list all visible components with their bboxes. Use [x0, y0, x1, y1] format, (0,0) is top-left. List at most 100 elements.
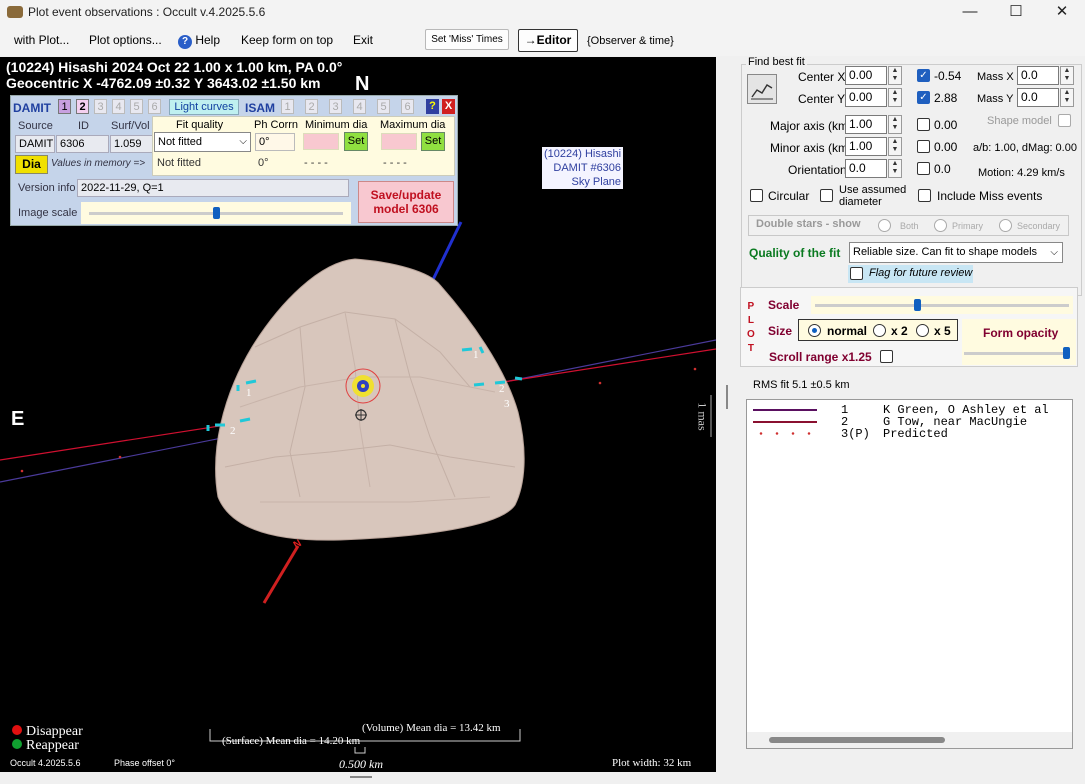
min-dia-set-button[interactable]: Set: [344, 132, 368, 151]
disappear-dot: [12, 725, 22, 735]
splitter-grip[interactable]: [726, 385, 728, 409]
observer-list[interactable]: 1K Green, O Ashley et al 2 G Tow, near Mac…: [746, 399, 1073, 749]
center-y-input[interactable]: 0.00: [845, 88, 887, 107]
minor-axis-spinner[interactable]: ▲ ▼: [888, 137, 902, 156]
damit-help-button[interactable]: ?: [426, 99, 439, 114]
set-miss-times-button[interactable]: Set 'Miss' Times: [425, 29, 509, 50]
isam-tab-3[interactable]: 3: [329, 99, 342, 114]
minor-axis-checkbox[interactable]: [917, 140, 930, 153]
plot-canvas[interactable]: (10224) Hisashi 2024 Oct 22 1.00 x 1.00 …: [0, 57, 716, 772]
help-icon: ?: [178, 35, 192, 49]
splitter-bar[interactable]: [723, 57, 737, 784]
damit-tab-4[interactable]: 4: [112, 99, 125, 114]
plot-letter-t: T: [747, 343, 754, 354]
skyplane-label: Sky Plane: [571, 176, 622, 188]
center-x-checkbox[interactable]: ✓: [917, 69, 930, 82]
bottom-grip[interactable]: [350, 776, 372, 778]
maximize-button[interactable]: ☐: [993, 0, 1039, 26]
use-assumed-line2: diameter: [839, 196, 882, 208]
flag-review-checkbox[interactable]: [850, 267, 863, 280]
dia-button[interactable]: Dia: [15, 155, 48, 174]
minimize-button[interactable]: —: [947, 0, 993, 26]
save-update-button[interactable]: Save/update model 6306: [358, 181, 454, 223]
isam-tab-5[interactable]: 5: [377, 99, 390, 114]
circular-checkbox[interactable]: [750, 189, 763, 202]
menu-with-plot[interactable]: with Plot...: [14, 33, 69, 47]
orientation-input[interactable]: 0.0: [845, 159, 887, 178]
damit-close-button[interactable]: X: [442, 99, 455, 114]
double-secondary-radio[interactable]: [999, 219, 1012, 232]
menu-keep-on-top[interactable]: Keep form on top: [241, 33, 333, 47]
orientation-spinner[interactable]: ▲ ▼: [888, 159, 902, 178]
observer-list-hscroll-thumb[interactable]: [769, 737, 945, 743]
orientation-checkbox[interactable]: [917, 162, 930, 175]
include-miss-checkbox[interactable]: [918, 189, 931, 202]
light-curves-button[interactable]: Light curves: [169, 99, 239, 115]
isam-tab-1[interactable]: 1: [281, 99, 294, 114]
center-x-spinner[interactable]: ▲ ▼: [888, 66, 902, 85]
close-window-button[interactable]: ✕: [1039, 0, 1085, 26]
north-label: N: [355, 73, 370, 95]
flag-review-row[interactable]: Flag for future review: [848, 265, 973, 283]
max-dia-set-button[interactable]: Set: [421, 132, 445, 151]
major-axis-input[interactable]: 1.00: [845, 115, 887, 134]
scroll-range-checkbox[interactable]: [880, 350, 893, 363]
center-x-input[interactable]: 0.00: [845, 66, 887, 85]
center-x-label: Center X: [798, 70, 846, 84]
observer-line-swatch: [753, 409, 817, 411]
isam-tab-6[interactable]: 6: [401, 99, 414, 114]
min-dia-input[interactable]: [303, 133, 339, 150]
chord-label-2-left: 2: [230, 425, 236, 437]
plot-letter-p: P: [747, 301, 755, 312]
damit-tab-5[interactable]: 5: [130, 99, 143, 114]
damit-tab-1[interactable]: 1: [58, 99, 71, 114]
window-title: Plot event observations : Occult v.4.202…: [28, 5, 266, 19]
quality-select[interactable]: Reliable size. Can fit to shape models ⌵: [849, 242, 1063, 263]
size-x2-radio[interactable]: [873, 324, 886, 337]
mass-x-spinner[interactable]: ▲ ▼: [1060, 66, 1074, 85]
asteroid-shape: [215, 258, 525, 541]
damit-tab-2[interactable]: 2: [76, 99, 89, 114]
ph-corrn-input[interactable]: 0°: [255, 133, 295, 151]
menu-exit[interactable]: Exit: [353, 33, 373, 47]
menu-help[interactable]: ? Help: [178, 33, 220, 49]
observer-name: Predicted: [883, 427, 948, 441]
min-dia-label: Minimum dia: [305, 119, 368, 131]
editor-button[interactable]: →Editor: [518, 29, 578, 52]
center-y-spinner[interactable]: ▲ ▼: [888, 88, 902, 107]
damit-tab-6[interactable]: 6: [148, 99, 161, 114]
shape-model-checkbox[interactable]: [1058, 114, 1071, 127]
plot-scale-thumb[interactable]: [914, 299, 921, 311]
observer-line-swatch: [753, 421, 817, 423]
legend-disappear-label: Disappear: [26, 724, 83, 739]
use-assumed-checkbox[interactable]: [820, 189, 833, 202]
chord-label-2-right: 2: [499, 383, 505, 395]
observer-row[interactable]: 3(P) Predicted: [747, 428, 1072, 440]
observer-list-hscroll[interactable]: [747, 732, 1072, 748]
major-axis-spinner[interactable]: ▲ ▼: [888, 115, 902, 134]
mass-x-input[interactable]: 0.0: [1017, 66, 1059, 85]
fit-quality-select[interactable]: Not fitted ⌵: [154, 132, 251, 152]
double-both-radio[interactable]: [878, 219, 891, 232]
max-dia-input[interactable]: [381, 133, 417, 150]
menu-plot-options[interactable]: Plot options...: [89, 33, 162, 47]
size-normal-radio[interactable]: [808, 324, 821, 337]
damit-tab-3[interactable]: 3: [94, 99, 107, 114]
col-source-label: Source: [18, 120, 53, 132]
double-primary-radio[interactable]: [934, 219, 947, 232]
image-scale-thumb[interactable]: [213, 207, 220, 219]
minor-axis-input[interactable]: 1.00: [845, 137, 887, 156]
isam-tab-2[interactable]: 2: [305, 99, 318, 114]
form-opacity-slider[interactable]: [964, 347, 1070, 361]
center-y-checkbox[interactable]: ✓: [917, 91, 930, 104]
observer-time-label[interactable]: {Observer & time}: [587, 35, 674, 47]
fit-chart-button[interactable]: [747, 74, 777, 104]
form-opacity-thumb[interactable]: [1063, 347, 1070, 359]
mass-y-spinner[interactable]: ▲ ▼: [1060, 88, 1074, 107]
mass-y-input[interactable]: 0.0: [1017, 88, 1059, 107]
major-axis-checkbox[interactable]: [917, 118, 930, 131]
isam-tab-4[interactable]: 4: [353, 99, 366, 114]
image-scale-slider[interactable]: [81, 202, 351, 224]
size-x5-radio[interactable]: [916, 324, 929, 337]
plot-scale-slider[interactable]: [811, 296, 1073, 314]
